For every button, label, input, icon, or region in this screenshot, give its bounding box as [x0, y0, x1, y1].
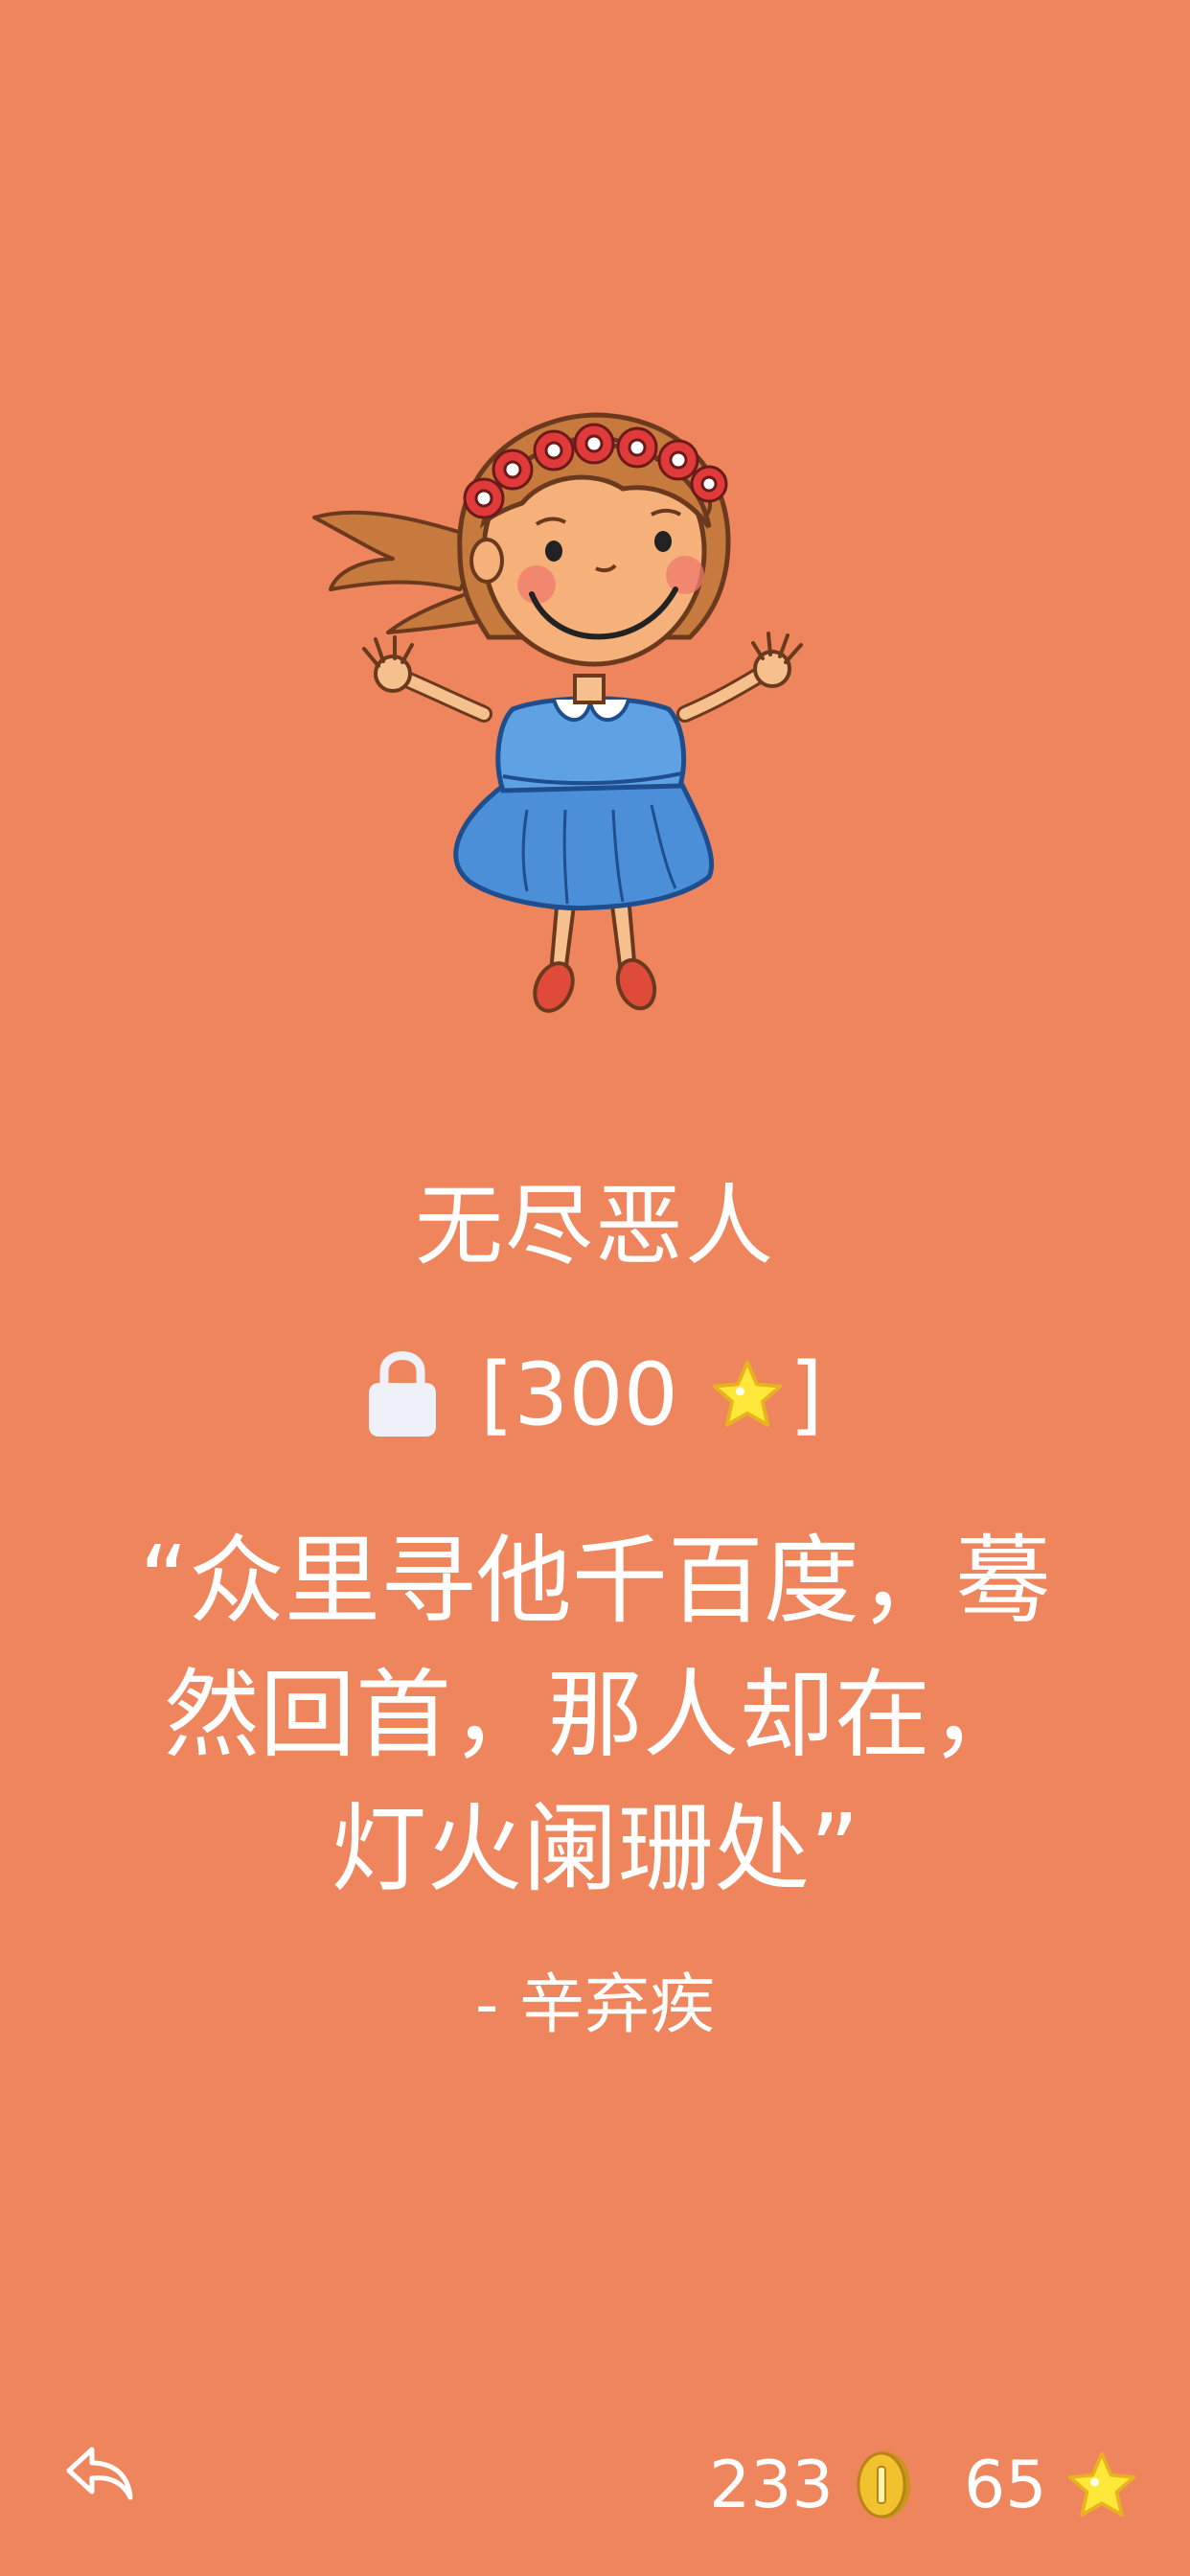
character-name: 无尽恶人 — [414, 1175, 775, 1277]
back-arrow-icon[interactable] — [63, 2442, 134, 2505]
price-open-bracket: [ — [479, 1344, 515, 1445]
unlock-price[interactable]: [ 300 ] — [0, 1342, 1190, 1447]
star-icon — [712, 1360, 782, 1427]
dress-skirt — [453, 778, 715, 910]
stars-count: 65 — [964, 2447, 1047, 2523]
stars-counter: 65 — [964, 2439, 1137, 2531]
star-icon — [1067, 2451, 1135, 2517]
quote-line: 灯火阑珊处” — [331, 1793, 859, 1905]
price-amount: 300 — [514, 1344, 678, 1445]
quote-line: “众里寻他千百度，蓦 — [139, 1525, 1051, 1637]
coins-counter: 233 — [709, 2439, 912, 2531]
coins-count: 233 — [709, 2447, 834, 2523]
quote-author: - 辛弃疾 — [474, 1967, 716, 2043]
character-illustration — [312, 412, 803, 1013]
level-unlock-screen: { "character": { "name": "无尽恶人", "locked… — [0, 0, 1190, 2576]
lock-icon — [368, 1351, 436, 1437]
quote-line: 然回首，那人却在， — [164, 1659, 1026, 1771]
price-close-bracket: ] — [789, 1344, 824, 1445]
coin-icon — [857, 2451, 910, 2518]
quote-text: “众里寻他千百度，蓦 然回首，那人却在， 灯火阑珊处” — [125, 1514, 1065, 1917]
